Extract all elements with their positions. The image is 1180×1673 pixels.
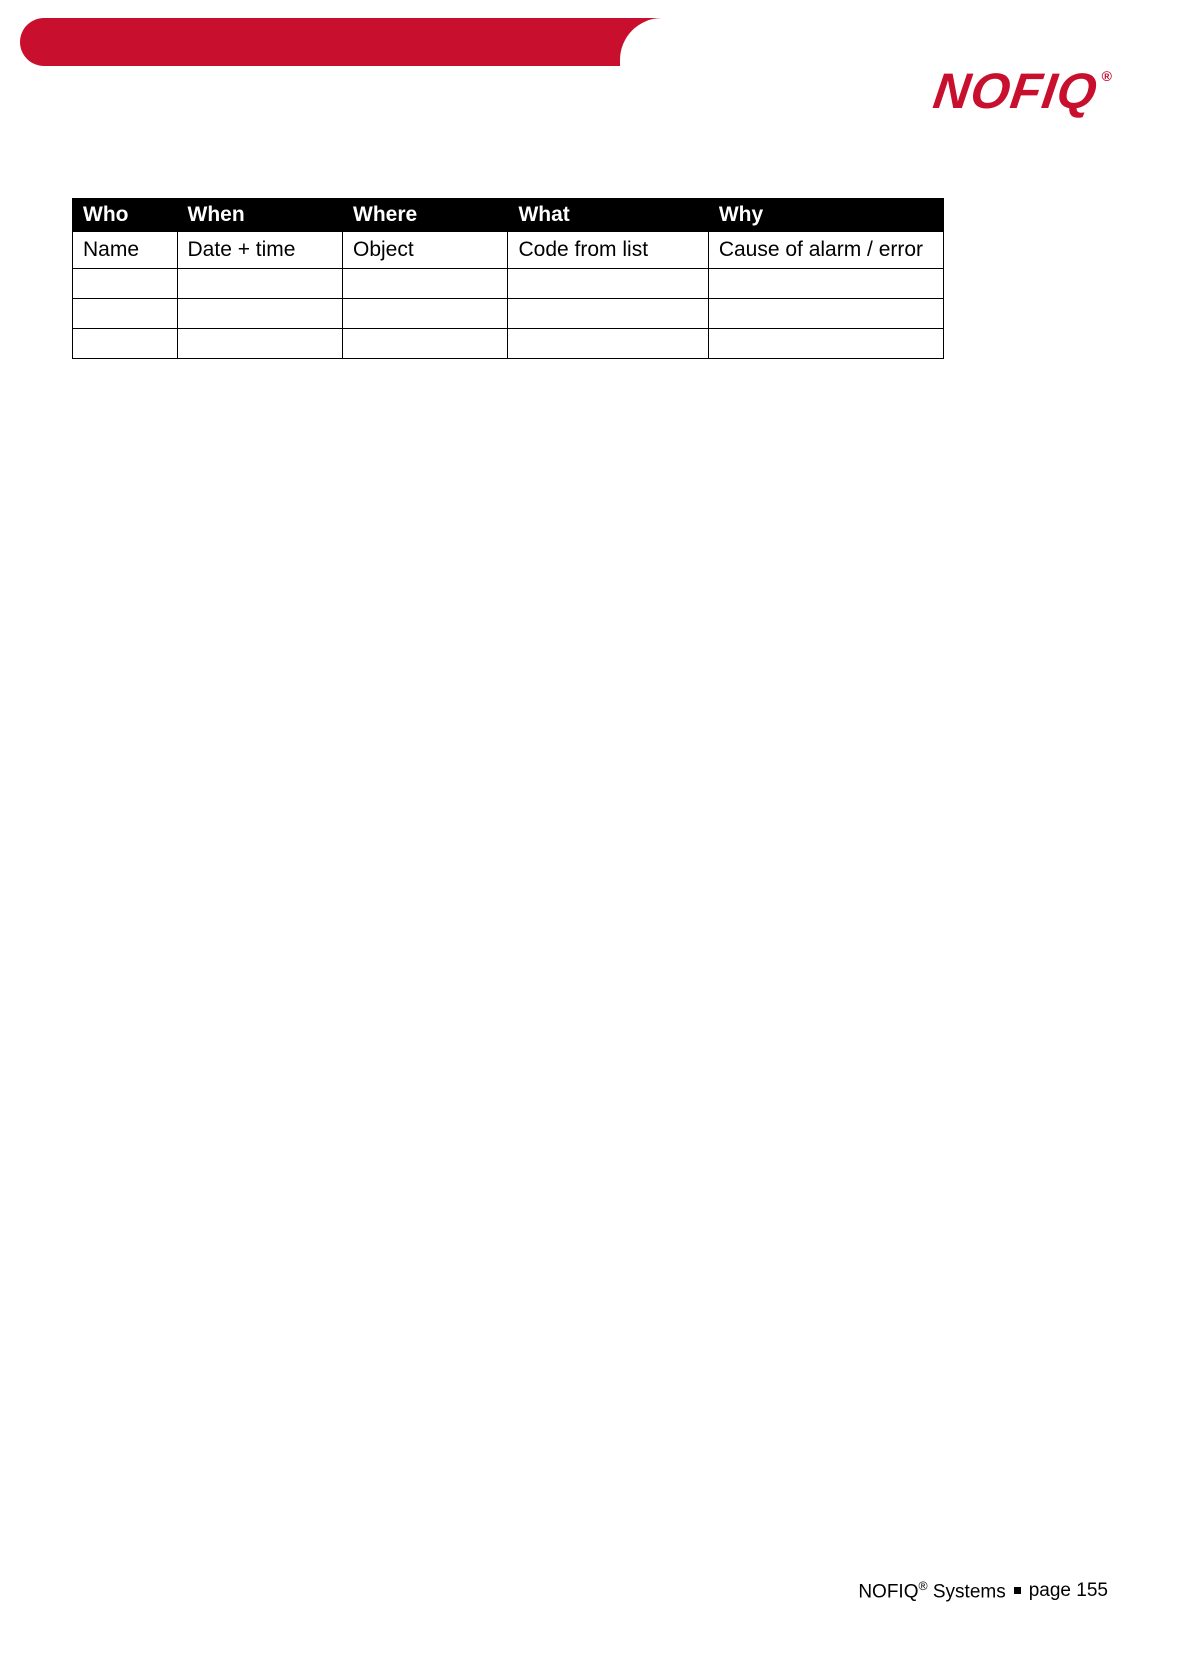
footer-page-label: page	[1029, 1580, 1071, 1601]
cell	[508, 269, 708, 299]
table-row	[73, 299, 944, 329]
footer-systems-label: Systems	[933, 1581, 1006, 1602]
cell	[508, 329, 708, 359]
table-row	[73, 329, 944, 359]
footer-separator-icon	[1014, 1587, 1021, 1594]
footer-page-number: 155	[1076, 1580, 1108, 1601]
brand-logo-text: NOFIQ	[931, 66, 1101, 116]
cell	[343, 269, 508, 299]
table-descriptor-row: Name Date + time Object Code from list C…	[73, 232, 944, 269]
cell	[73, 299, 178, 329]
table-row	[73, 269, 944, 299]
cell-why-desc: Cause of alarm / error	[708, 232, 943, 269]
cell	[708, 269, 943, 299]
table-header-who: Who	[73, 199, 178, 232]
table-header-row: Who When Where What Why	[73, 199, 944, 232]
cell-what-desc: Code from list	[508, 232, 708, 269]
cell	[177, 299, 342, 329]
cell-where-desc: Object	[343, 232, 508, 269]
cell	[508, 299, 708, 329]
footer-brand-text: NOFIQ	[858, 1581, 918, 1602]
brand-registered-icon: ®	[1102, 68, 1112, 84]
brand-logo: NOFIQ ®	[934, 66, 1112, 116]
page-footer: NOFIQ® Systems page 155	[858, 1579, 1108, 1603]
footer-registered-icon: ®	[918, 1579, 927, 1593]
cell	[177, 269, 342, 299]
cell	[708, 329, 943, 359]
cell	[708, 299, 943, 329]
cell	[73, 329, 178, 359]
table-header-where: Where	[343, 199, 508, 232]
cell-who-desc: Name	[73, 232, 178, 269]
cell	[73, 269, 178, 299]
cell	[343, 299, 508, 329]
footer-brand: NOFIQ® Systems	[858, 1579, 1005, 1603]
cell	[343, 329, 508, 359]
table-header-why: Why	[708, 199, 943, 232]
cell-when-desc: Date + time	[177, 232, 342, 269]
table-header-when: When	[177, 199, 342, 232]
log-table: Who When Where What Why Name Date + time…	[72, 198, 944, 359]
cell	[177, 329, 342, 359]
page-content: Who When Where What Why Name Date + time…	[72, 198, 944, 359]
table-header-what: What	[508, 199, 708, 232]
footer-page: page 155	[1029, 1580, 1108, 1602]
header-banner: NOFIQ ®	[0, 18, 1180, 103]
